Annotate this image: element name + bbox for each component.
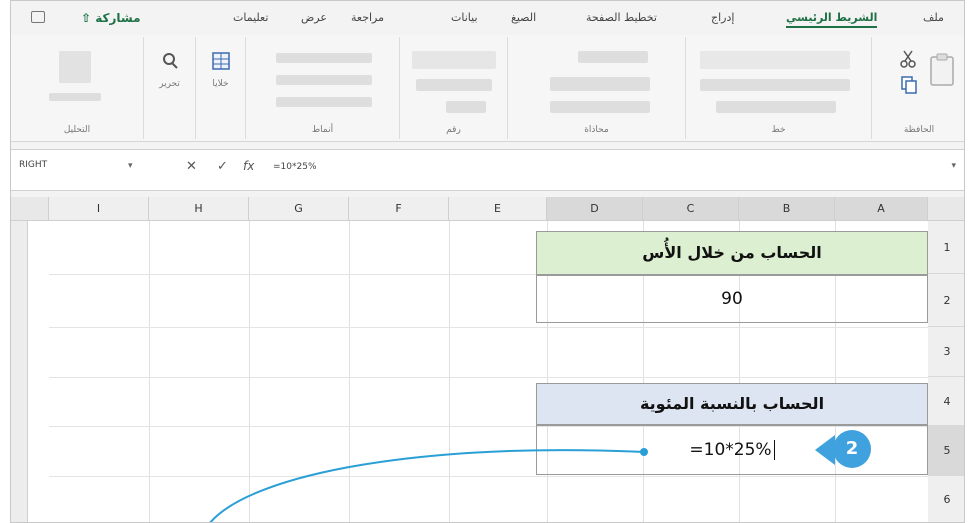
comments-icon[interactable] xyxy=(31,11,45,23)
share-button[interactable]: ⇧ مشاركة xyxy=(81,11,141,25)
alignment-group: محاذاة xyxy=(507,37,685,139)
expand-formula-icon[interactable]: ▾ xyxy=(951,161,956,171)
tab-page-layout[interactable]: تخطيط الصفحة xyxy=(586,11,657,24)
analysis-group: التحليل xyxy=(11,37,143,139)
name-box-dropdown-icon[interactable]: ▾ xyxy=(128,161,133,171)
cells-label: خلايا xyxy=(212,79,229,89)
tab-data[interactable]: بيانات xyxy=(451,11,478,24)
tab-help[interactable]: تعليمات xyxy=(233,11,268,24)
ribbon-tab-bar: ⇧ مشاركة تعليمات عرض مراجعة بيانات الصيغ… xyxy=(11,1,964,35)
cells-icon[interactable] xyxy=(211,51,231,71)
name-box[interactable]: RIGHT xyxy=(19,160,47,170)
excel-window: ⇧ مشاركة تعليمات عرض مراجعة بيانات الصيغ… xyxy=(10,0,965,523)
worksheet: I H G F E D C B A 1 2 3 4 5 6 الحساب من … xyxy=(11,197,964,522)
font-group: خط xyxy=(685,37,871,139)
insert-function-icon[interactable]: fx xyxy=(243,159,254,173)
tab-review[interactable]: مراجعة xyxy=(351,11,384,24)
clipboard-label: الحافظة xyxy=(903,125,935,135)
tab-formulas[interactable]: الصيغ xyxy=(511,11,536,24)
font-label: خط xyxy=(771,125,786,135)
annotation-arrow xyxy=(209,448,648,522)
tab-home[interactable]: الشريط الرئيسي xyxy=(786,11,878,28)
styles-group: أنماط xyxy=(245,37,399,139)
ribbon: التحليل تحرير خلايا أنماط رقم محاذاة خط … xyxy=(11,35,964,142)
paste-icon[interactable] xyxy=(928,53,958,87)
editing-group: تحرير xyxy=(143,37,195,139)
cut-icon[interactable] xyxy=(898,49,918,69)
enter-icon[interactable]: ✓ xyxy=(217,159,228,174)
styles-label: أنماط xyxy=(311,125,334,135)
tab-insert[interactable]: إدراج xyxy=(711,11,734,24)
find-icon[interactable] xyxy=(160,51,180,71)
tab-view[interactable]: عرض xyxy=(301,11,327,24)
clipboard-group: الحافظة xyxy=(871,37,964,139)
number-group: رقم xyxy=(399,37,507,139)
share-label: مشاركة xyxy=(95,11,141,25)
tab-file[interactable]: ملف xyxy=(923,11,944,24)
cancel-icon[interactable]: ✕ xyxy=(186,159,197,174)
cells-group: خلايا xyxy=(195,37,245,139)
number-label: رقم xyxy=(446,125,461,135)
formula-bar: RIGHT ▾ ✕ ✓ fx =10*25% ▾ xyxy=(11,149,964,191)
copy-icon[interactable] xyxy=(898,75,918,95)
alignment-label: محاذاة xyxy=(584,125,609,135)
editing-label: تحرير xyxy=(159,79,180,89)
analysis-group-label: التحليل xyxy=(63,125,91,135)
formula-input[interactable]: =10*25% xyxy=(273,162,317,172)
